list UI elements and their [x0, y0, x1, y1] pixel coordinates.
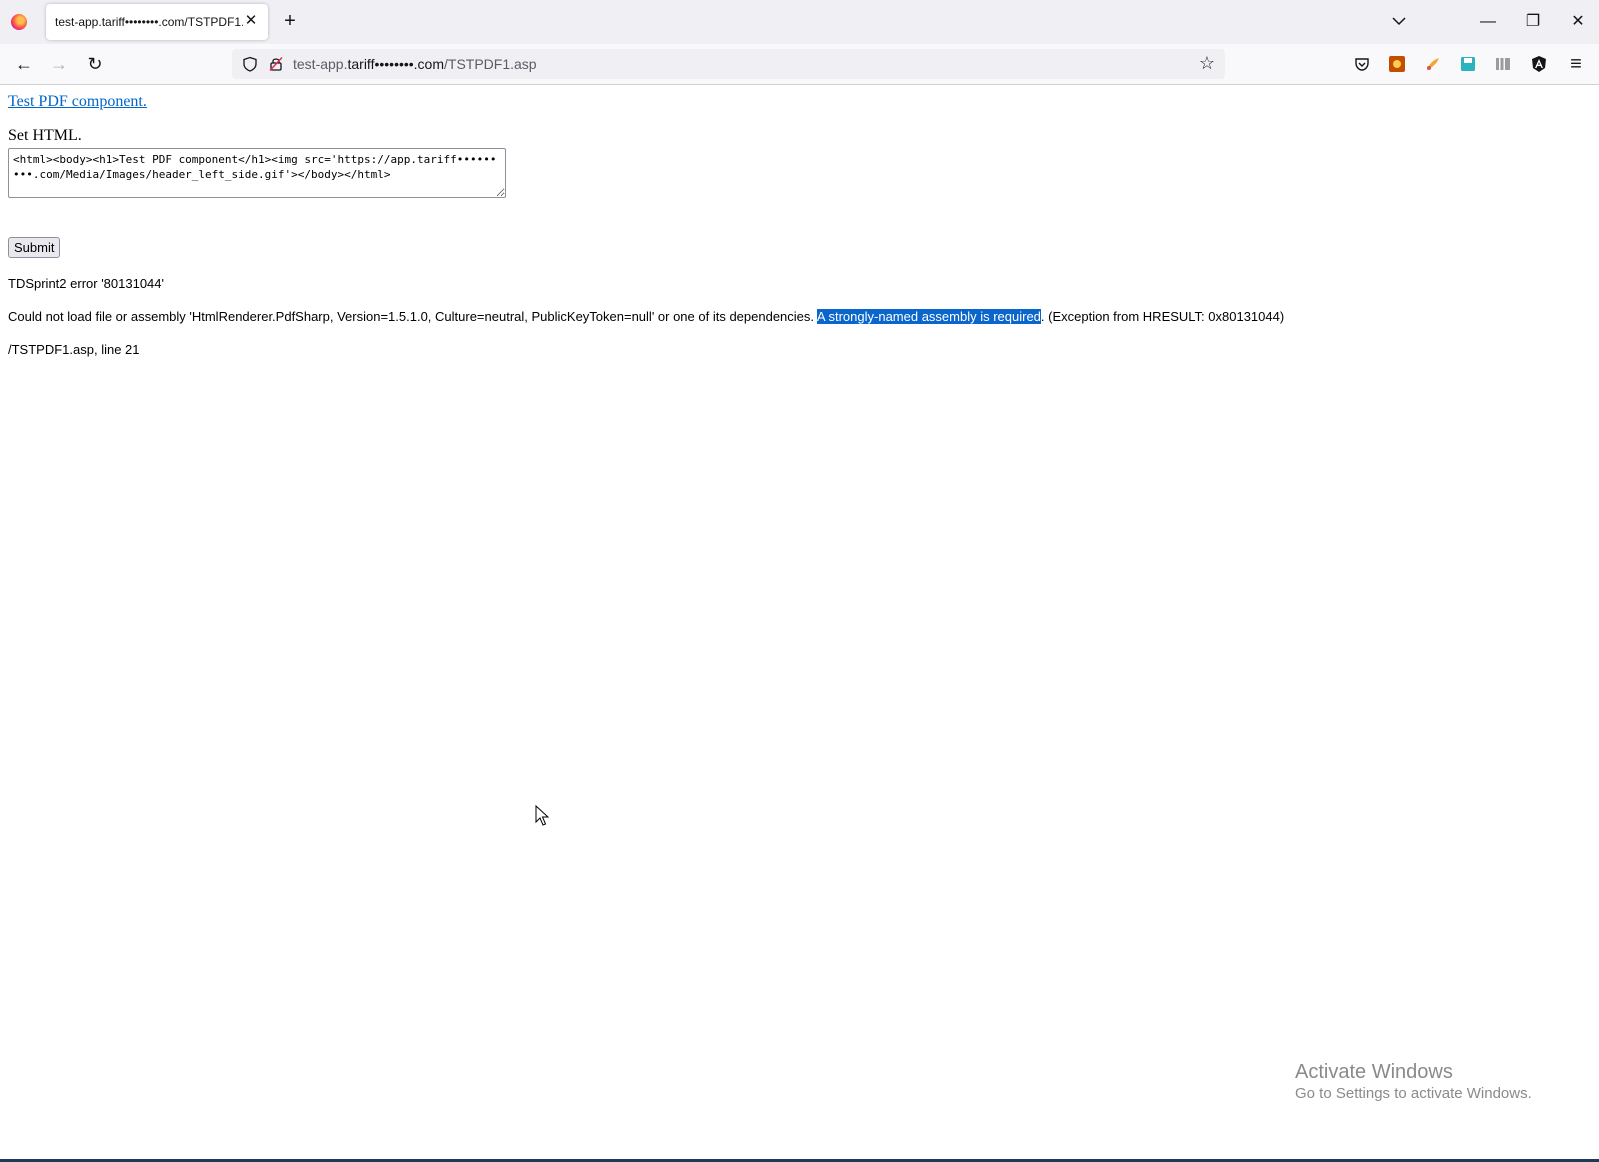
minimize-icon[interactable]: — — [1476, 10, 1500, 34]
firefox-logo-icon[interactable] — [11, 14, 27, 30]
error-message-start: Could not load file or assembly 'HtmlRen… — [8, 309, 817, 324]
windows-activation-watermark: Activate Windows Go to Settings to activ… — [1295, 1060, 1532, 1104]
tab-list-chevron-icon[interactable] — [1390, 14, 1408, 28]
watermark-title: Activate Windows — [1295, 1061, 1453, 1083]
pocket-icon[interactable] — [1353, 55, 1371, 73]
insecure-lock-icon[interactable] — [268, 56, 284, 72]
tab-close-icon[interactable]: ✕ — [242, 12, 260, 30]
extension-paint-icon[interactable] — [1424, 55, 1442, 73]
active-tab[interactable]: test-app.tariff••••••••.com/TSTPDF1.asp … — [46, 4, 268, 40]
test-pdf-component-link[interactable]: Test PDF component. — [8, 93, 147, 111]
submit-button[interactable]: Submit — [8, 237, 61, 258]
reload-icon[interactable]: ↻ — [84, 53, 106, 75]
angular-icon[interactable] — [1530, 55, 1548, 73]
watermark-subtitle: Go to Settings to activate Windows. — [1295, 1085, 1532, 1102]
url-path: /TSTPDF1.asp — [444, 56, 537, 72]
tab-strip: test-app.tariff••••••••.com/TSTPDF1.asp … — [0, 0, 1599, 44]
shield-icon[interactable] — [242, 56, 258, 72]
library-icon[interactable] — [1494, 55, 1512, 73]
url-bar[interactable]: test-app.tariff••••••••.com/TSTPDF1.asp … — [232, 49, 1225, 79]
back-icon[interactable]: ← — [13, 53, 35, 75]
url-host-prefix: test-app. — [293, 56, 348, 72]
url-text[interactable]: test-app.tariff••••••••.com/TSTPDF1.asp — [293, 56, 537, 72]
error-title: TDSprint2 error '80131044' — [8, 276, 164, 291]
star-icon[interactable]: ☆ — [1197, 53, 1217, 73]
navigation-toolbar: ← → ↻ test-app.tariff••••••••.com/TSTPDF… — [0, 44, 1599, 85]
set-html-label: Set HTML. — [8, 127, 82, 144]
error-message-end: . (Exception from HRESULT: 0x80131044) — [1040, 309, 1285, 324]
url-host-domain: tariff••••••••.com — [347, 56, 445, 72]
selected-text: A strongly-named assembly is required — [816, 309, 1041, 324]
restore-icon[interactable]: ❐ — [1521, 10, 1545, 34]
window-close-icon[interactable]: ✕ — [1566, 10, 1590, 34]
forward-icon[interactable]: → — [48, 53, 70, 75]
mouse-cursor-icon — [535, 805, 549, 826]
tab-title: test-app.tariff••••••••.com/TSTPDF1.asp — [55, 15, 243, 29]
error-location: /TSTPDF1.asp, line 21 — [8, 342, 140, 357]
error-message: Could not load file or assembly 'HtmlRen… — [8, 309, 1284, 324]
save-icon[interactable] — [1459, 55, 1477, 73]
extension-sun-icon[interactable] — [1388, 55, 1406, 73]
menu-icon[interactable]: ≡ — [1565, 53, 1587, 75]
page-content: Test PDF component. Set HTML. <html><bod… — [0, 85, 1599, 1162]
new-tab-icon[interactable]: + — [280, 11, 300, 31]
html-textarea[interactable]: <html><body><h1>Test PDF component</h1><… — [8, 148, 506, 198]
